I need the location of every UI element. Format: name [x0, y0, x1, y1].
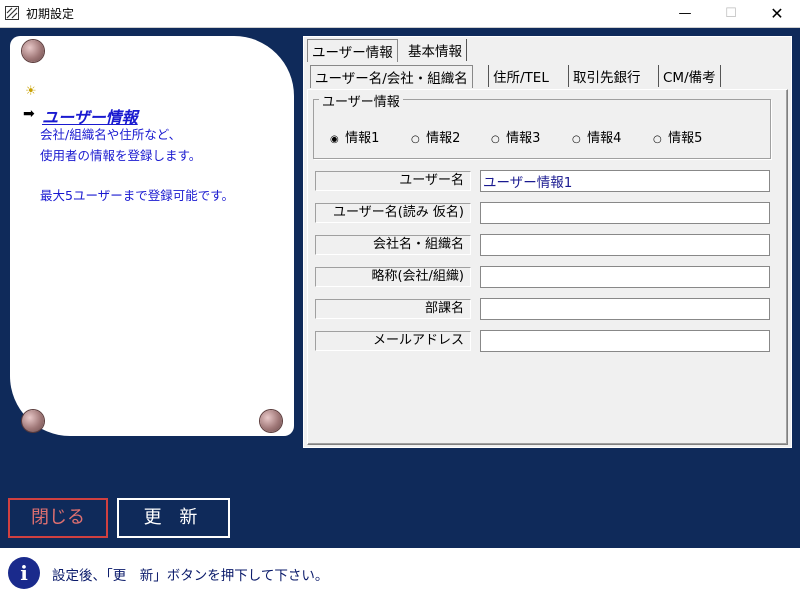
- settings-form: ユーザー情報 基本情報 ユーザー名/会社・組織名 住所/TEL 取引先銀行 CM…: [303, 36, 792, 448]
- maximize-button[interactable]: ☐: [708, 0, 754, 27]
- group-label: ユーザー情報: [319, 91, 403, 110]
- department-input[interactable]: [480, 298, 770, 320]
- radio-empty-icon: ○: [572, 134, 581, 145]
- update-button[interactable]: 更 新: [117, 498, 230, 538]
- light-bulb-icon: ☀: [25, 84, 37, 99]
- status-bar: i 設定後、「更 新」ボタンを押下して下さい。: [0, 548, 800, 597]
- panel-description: 最大5ユーザーまで登録可能です。: [40, 188, 234, 203]
- status-message: 設定後、「更 新」ボタンを押下して下さい。: [52, 568, 329, 584]
- screw-icon: [22, 410, 44, 432]
- email-label: メールアドレス: [315, 331, 471, 351]
- close-button[interactable]: 閉じる: [8, 498, 108, 538]
- user-name-kana-label: ユーザー名(読み 仮名): [315, 203, 471, 223]
- app-icon: [5, 6, 19, 20]
- tab-user-info[interactable]: ユーザー情報: [307, 39, 398, 62]
- user-name-label: ユーザー名: [315, 171, 471, 191]
- close-window-button[interactable]: ✕: [754, 0, 800, 27]
- window-title: 初期設定: [26, 7, 75, 21]
- company-abbrev-label: 略称(会社/組織): [315, 267, 471, 287]
- panel-description: 使用者の情報を登録します。: [40, 148, 202, 163]
- tab-user-company-name[interactable]: ユーザー名/会社・組織名: [310, 65, 473, 88]
- screw-icon: [22, 40, 44, 62]
- radio-empty-icon: ○: [411, 134, 420, 145]
- radio-empty-icon: ○: [653, 134, 662, 145]
- user-name-input[interactable]: [480, 170, 770, 192]
- company-name-input[interactable]: [480, 234, 770, 256]
- radio-info-4[interactable]: ○ 情報4: [572, 127, 621, 146]
- info-icon: i: [8, 557, 40, 589]
- tab-bank[interactable]: 取引先銀行: [568, 65, 645, 87]
- minimize-button[interactable]: —: [662, 0, 708, 27]
- radio-empty-icon: ○: [491, 134, 500, 145]
- radio-info-3[interactable]: ○ 情報3: [491, 127, 540, 146]
- company-abbrev-input[interactable]: [480, 266, 770, 288]
- tab-basic-info[interactable]: 基本情報: [404, 39, 467, 61]
- email-input[interactable]: [480, 330, 770, 352]
- radio-selected-icon: ◉: [330, 134, 339, 145]
- department-label: 部課名: [315, 299, 471, 319]
- right-arrow-icon: ➡: [23, 106, 35, 122]
- radio-info-5[interactable]: ○ 情報5: [653, 127, 702, 146]
- title-bar: 初期設定 — ☐ ✕: [0, 0, 800, 28]
- company-name-label: 会社名・組織名: [315, 235, 471, 255]
- tab-cm-notes[interactable]: CM/備考: [658, 65, 721, 87]
- radio-info-2[interactable]: ○ 情報2: [411, 127, 460, 146]
- radio-info-1[interactable]: ◉ 情報1: [330, 127, 379, 146]
- user-name-kana-input[interactable]: [480, 202, 770, 224]
- panel-description: 会社/組織名や住所など、: [40, 127, 182, 142]
- info-panel: ☀ ➡ ユーザー情報 会社/組織名や住所など、 使用者の情報を登録します。 最大…: [10, 36, 294, 436]
- tab-address-tel[interactable]: 住所/TEL: [488, 65, 553, 87]
- screw-icon: [260, 410, 282, 432]
